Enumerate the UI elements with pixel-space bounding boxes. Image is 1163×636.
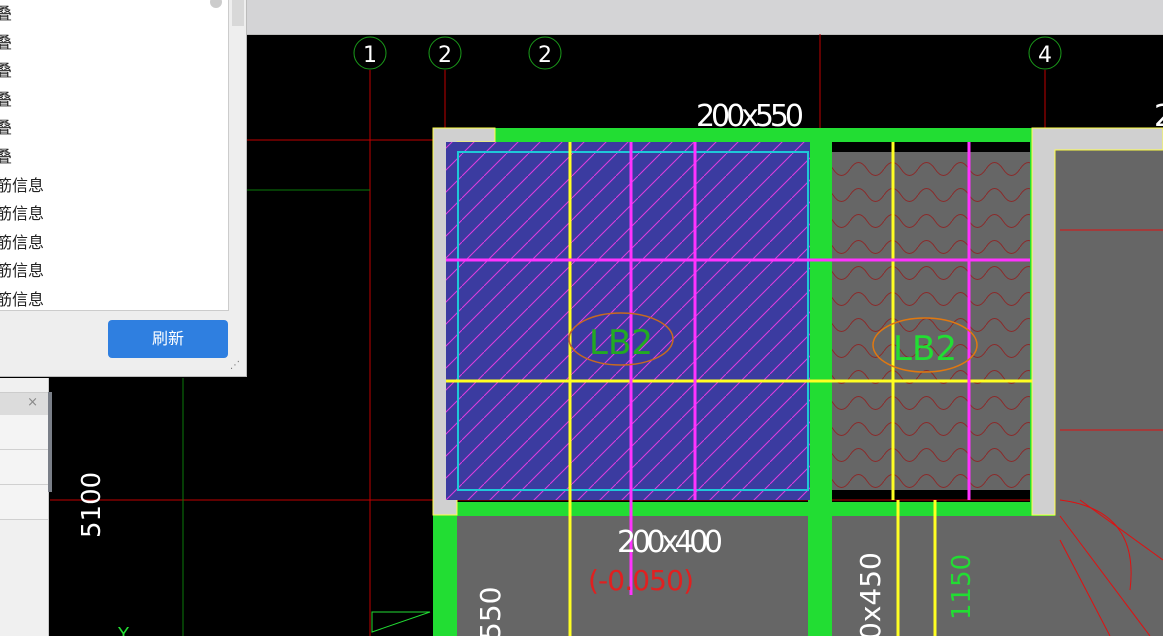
side-panel: × bbox=[0, 378, 52, 636]
list-item[interactable]: 叠 bbox=[0, 57, 228, 86]
beam-size-label: 0x450 bbox=[854, 552, 887, 636]
side-panel-header: × bbox=[0, 392, 48, 415]
axis-label: 2 bbox=[538, 43, 552, 68]
side-panel-row[interactable] bbox=[0, 485, 48, 520]
ucs-y-label: Y bbox=[117, 624, 130, 636]
dimension-label: 1150 bbox=[947, 554, 977, 620]
info-dialog: 叠 叠 叠 叠 叠 叠 筋信息 筋信息 筋信息 筋信息 筋信息 刷新 ⋰ bbox=[0, 0, 247, 377]
list-item[interactable]: 筋信息 bbox=[0, 229, 228, 258]
level-marker-icon bbox=[371, 611, 431, 633]
beam-dimension-label: 200x550 bbox=[696, 99, 804, 134]
slab-wave bbox=[832, 152, 1030, 490]
elevation-label: (-0.050) bbox=[588, 564, 694, 597]
dimension-label: 550 bbox=[474, 587, 507, 636]
axis-label: 4 bbox=[1038, 43, 1052, 68]
axis-label: 2 bbox=[438, 43, 452, 68]
side-panel-scrollbar[interactable] bbox=[48, 392, 52, 492]
close-icon[interactable]: × bbox=[27, 395, 38, 410]
slab-right[interactable] bbox=[1055, 150, 1163, 636]
side-panel-row[interactable] bbox=[0, 450, 48, 485]
list-item[interactable]: 叠 bbox=[0, 29, 228, 58]
dimension-label: 5100 bbox=[77, 472, 107, 538]
list-item[interactable]: 筋信息 bbox=[0, 200, 228, 229]
list-item[interactable]: 叠 bbox=[0, 86, 228, 115]
refresh-button[interactable]: 刷新 bbox=[108, 320, 228, 358]
dialog-scrollbar[interactable] bbox=[232, 0, 244, 26]
list-item[interactable]: 筋信息 bbox=[0, 257, 228, 286]
axis-label: 1 bbox=[363, 43, 377, 68]
side-panel-row[interactable] bbox=[0, 415, 48, 450]
resize-grip-icon[interactable]: ⋰ bbox=[230, 360, 240, 371]
axis-bubble[interactable]: 1 bbox=[353, 36, 387, 70]
list-item[interactable]: 筋信息 bbox=[0, 286, 228, 315]
slab-label[interactable]: LB2 bbox=[893, 329, 957, 369]
slab-hatch bbox=[446, 142, 810, 500]
list-item[interactable]: 叠 bbox=[0, 143, 228, 172]
partial-label: 2 bbox=[1154, 99, 1163, 134]
axis-bubble[interactable]: 2 bbox=[528, 36, 562, 70]
info-list: 叠 叠 叠 叠 叠 叠 筋信息 筋信息 筋信息 筋信息 筋信息 bbox=[0, 0, 229, 311]
axis-bubble[interactable]: 4 bbox=[1028, 36, 1062, 70]
list-item[interactable]: 叠 bbox=[0, 114, 228, 143]
beam-size-label: 200x400 bbox=[617, 525, 723, 560]
list-item[interactable]: 叠 bbox=[0, 0, 228, 29]
list-item[interactable]: 筋信息 bbox=[0, 172, 228, 201]
slab-label[interactable]: LB2 bbox=[589, 323, 653, 363]
axis-bubble[interactable]: 2 bbox=[428, 36, 462, 70]
